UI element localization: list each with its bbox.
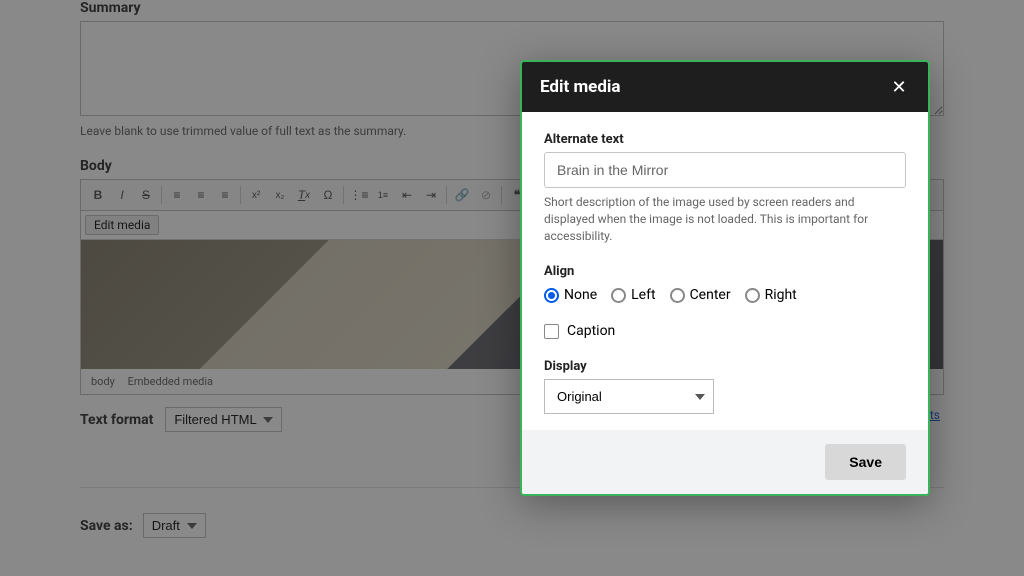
edit-media-modal: Edit media ✕ Alternate text Short descri… [520, 60, 930, 496]
alt-text-hint: Short description of the image used by s… [544, 194, 906, 244]
radio-icon [745, 288, 760, 303]
close-icon: ✕ [891, 77, 906, 97]
align-label: Align [544, 264, 906, 279]
align-center-radio[interactable]: Center [670, 287, 731, 303]
checkbox-icon [544, 324, 559, 339]
display-label: Display [544, 359, 906, 374]
alt-text-label: Alternate text [544, 132, 906, 147]
save-button[interactable]: Save [825, 444, 906, 480]
radio-icon [544, 288, 559, 303]
alt-text-input[interactable] [544, 152, 906, 188]
align-none-radio[interactable]: None [544, 287, 597, 303]
caption-checkbox[interactable]: Caption [544, 323, 906, 339]
display-select[interactable]: Original [544, 379, 714, 414]
close-button[interactable]: ✕ [888, 76, 910, 98]
radio-icon [670, 288, 685, 303]
modal-title: Edit media [540, 77, 621, 97]
align-right-radio[interactable]: Right [745, 287, 797, 303]
align-left-radio[interactable]: Left [611, 287, 655, 303]
radio-icon [611, 288, 626, 303]
